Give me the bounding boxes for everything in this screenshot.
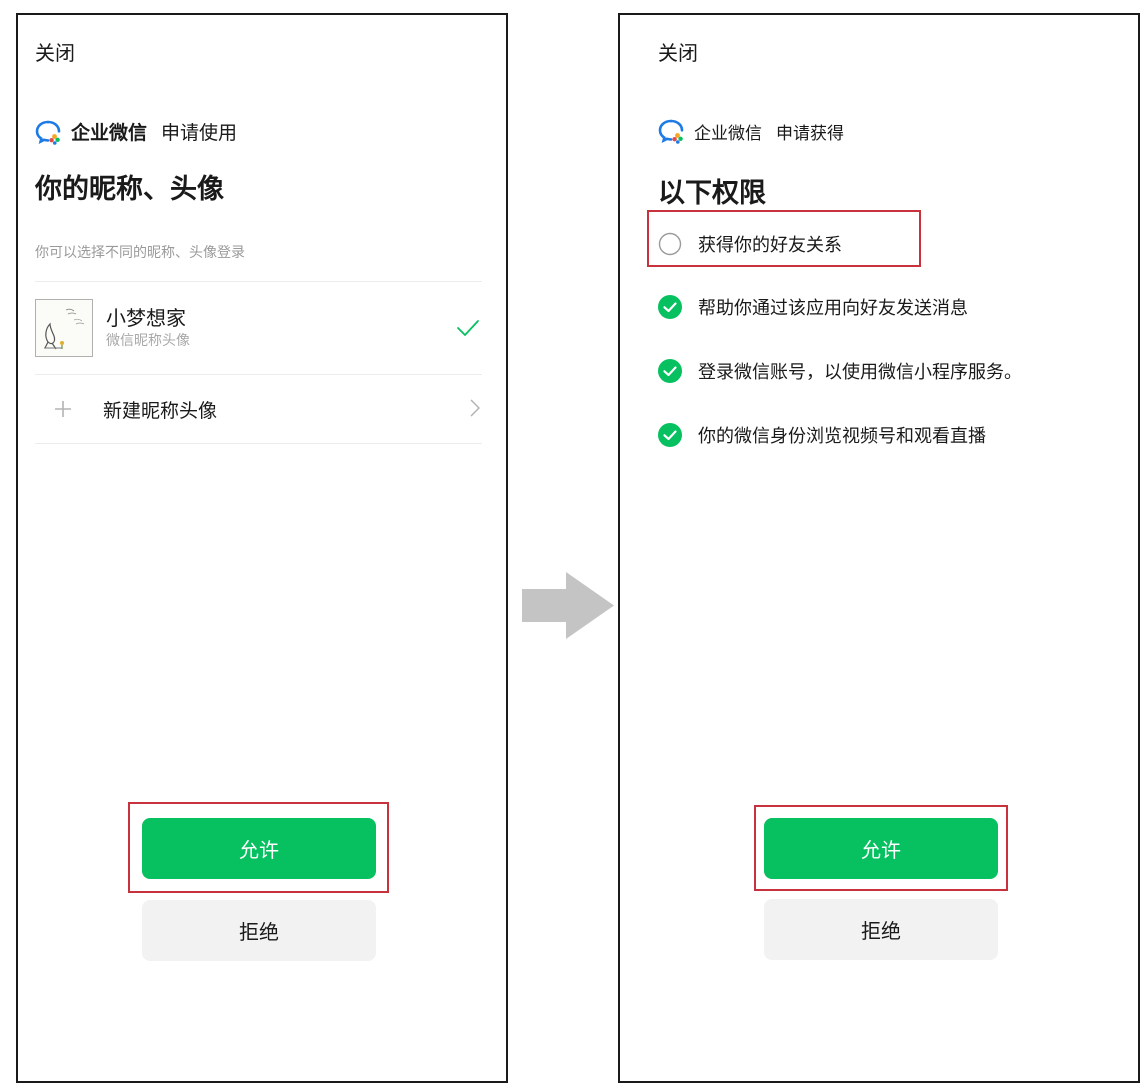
profile-name: 小梦想家 — [106, 306, 186, 330]
permission-item-friends[interactable]: 获得你的好友关系 — [658, 231, 842, 257]
new-profile-label: 新建昵称头像 — [103, 399, 218, 422]
app-header: 企业微信 申请获得 — [658, 118, 844, 144]
app-header: 企业微信 申请使用 — [35, 118, 237, 145]
checked-circle-icon[interactable] — [658, 295, 682, 319]
permission-item-login[interactable]: 登录微信账号，以使用微信小程序服务。 — [658, 358, 1022, 384]
allow-button[interactable]: 允许 — [764, 818, 998, 879]
right-phone-screen: 关闭 企业微信 申请获得 以下权限 获得你的好友关系 帮助你通过该应用向好友发送… — [618, 13, 1140, 1083]
divider — [35, 443, 482, 444]
app-name: 企业微信 — [694, 123, 762, 144]
sketch-avatar-image — [44, 308, 85, 350]
deny-button[interactable]: 拒绝 — [764, 899, 998, 960]
checked-circle-icon[interactable] — [658, 423, 682, 447]
arrow-right-icon — [522, 572, 614, 639]
wecom-logo-icon — [35, 120, 61, 145]
hint-text: 你可以选择不同的昵称、头像登录 — [35, 245, 245, 261]
new-profile-option[interactable]: 新建昵称头像 — [35, 375, 482, 443]
permission-label: 登录微信账号，以使用微信小程序服务。 — [698, 362, 1022, 383]
profile-text: 小梦想家 微信昵称头像 — [106, 305, 190, 351]
app-name: 企业微信 — [71, 122, 148, 144]
chevron-right-icon — [470, 399, 480, 417]
permission-label: 获得你的好友关系 — [698, 235, 842, 256]
permission-item-channels[interactable]: 你的微信身份浏览视频号和观看直播 — [658, 422, 986, 448]
check-icon — [457, 320, 479, 336]
page-title: 你的昵称、头像 — [35, 174, 224, 205]
wecom-logo-icon — [658, 119, 684, 144]
allow-button[interactable]: 允许 — [142, 818, 376, 879]
permission-label: 你的微信身份浏览视频号和观看直播 — [698, 426, 986, 447]
profile-subtitle: 微信昵称头像 — [106, 333, 190, 349]
close-button[interactable]: 关闭 — [658, 37, 698, 66]
empty-circle-icon[interactable] — [658, 232, 682, 256]
deny-button[interactable]: 拒绝 — [142, 900, 376, 961]
checked-circle-icon[interactable] — [658, 359, 682, 383]
permission-label: 帮助你通过该应用向好友发送消息 — [698, 298, 968, 319]
app-action-text: 申请使用 — [161, 122, 238, 144]
plus-icon — [55, 401, 71, 417]
permission-item-messages[interactable]: 帮助你通过该应用向好友发送消息 — [658, 294, 968, 320]
left-phone-screen: 关闭 企业微信 申请使用 你的昵称、头像 你可以选择不同的昵称、头像登录 小梦想… — [16, 13, 508, 1083]
page-title: 以下权限 — [658, 178, 766, 209]
app-action-text: 申请获得 — [776, 123, 844, 144]
close-button[interactable]: 关闭 — [35, 37, 75, 66]
profile-option-wechat[interactable]: 小梦想家 微信昵称头像 — [35, 282, 482, 374]
avatar — [35, 299, 93, 357]
